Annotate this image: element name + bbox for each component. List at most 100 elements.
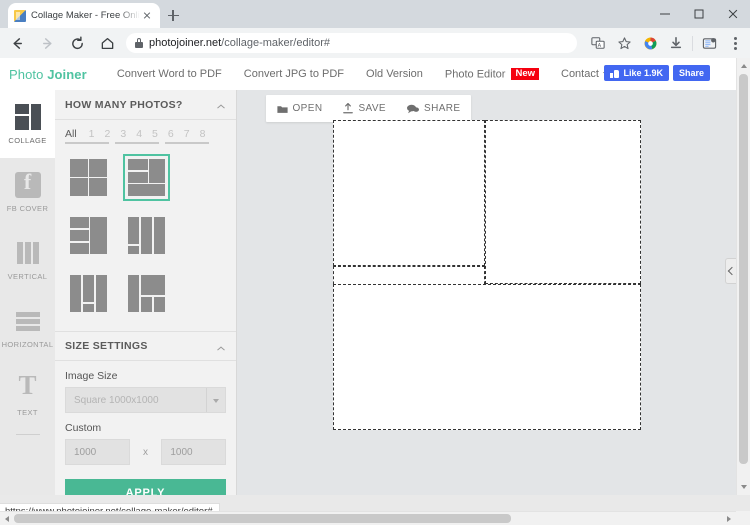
facebook-share-label: Share <box>678 68 704 78</box>
count-7[interactable]: 7 <box>184 128 190 140</box>
mode-rail: COLLAGE FB COVER VERTICAL HORIZONTAL TEX… <box>0 90 55 495</box>
collage-cell-top-left[interactable] <box>333 120 486 266</box>
layout-thumb-2x2[interactable] <box>65 154 112 201</box>
share-button[interactable]: SHARE <box>407 103 460 114</box>
count-6[interactable]: 6 <box>168 128 174 140</box>
browser-bottom-bar: https://www.photojoiner.net/collage-make… <box>0 495 750 525</box>
download-icon[interactable] <box>663 30 689 56</box>
collage-canvas[interactable] <box>333 120 641 430</box>
horizontal-bars-icon <box>15 308 41 334</box>
nav-photo-editor[interactable]: Photo Editor New <box>445 67 539 81</box>
rail-item-collage[interactable]: COLLAGE <box>0 90 55 158</box>
thumbnail-separators <box>55 142 236 150</box>
apply-button[interactable]: APPLY <box>65 479 226 495</box>
facebook-like-button[interactable]: Like 1.9K <box>604 65 669 81</box>
layout-thumb-3col-a[interactable] <box>123 212 170 259</box>
rail-item-horizontal[interactable]: HORIZONTAL <box>0 294 55 362</box>
scroll-up-arrow[interactable] <box>737 58 750 74</box>
tab-close-icon[interactable] <box>140 9 154 23</box>
chevron-up-icon[interactable] <box>218 345 225 352</box>
nav-old-version[interactable]: Old Version <box>366 68 423 80</box>
settings-panel: HOW MANY PHOTOS? All 1 2 3 4 5 6 7 8 SIZ… <box>55 90 237 495</box>
facebook-social-buttons: Like 1.9K Share <box>604 65 710 81</box>
nav-convert-jpg-to-pdf[interactable]: Convert JPG to PDF <box>244 68 344 80</box>
horizontal-scroll-thumb[interactable] <box>14 514 511 523</box>
facebook-share-button[interactable]: Share <box>672 65 710 81</box>
layout-thumb-mixed[interactable] <box>123 270 170 317</box>
rail-label-vertical: VERTICAL <box>7 271 48 281</box>
select-divider <box>206 388 207 412</box>
count-5[interactable]: 5 <box>152 128 158 140</box>
menu-kebab-icon[interactable] <box>722 30 748 56</box>
web-page: Photo Joiner Convert Word to PDF Convert… <box>0 58 736 495</box>
custom-height-input[interactable]: 1000 <box>161 439 226 465</box>
vertical-scroll-thumb[interactable] <box>739 74 748 464</box>
vertical-bars-icon <box>15 240 41 266</box>
close-window-button[interactable] <box>716 0 750 28</box>
reload-icon[interactable] <box>64 30 90 56</box>
custom-size-row: 1000 x 1000 <box>65 439 226 465</box>
rail-item-vertical[interactable]: VERTICAL <box>0 226 55 294</box>
page-horizontal-scrollbar[interactable] <box>0 511 736 525</box>
facebook-like-label: Like 1.9K <box>623 68 663 78</box>
forward-icon[interactable] <box>34 30 60 56</box>
minimize-button[interactable] <box>648 0 682 28</box>
image-size-select[interactable]: Square 1000x1000 <box>65 387 226 413</box>
translate-icon[interactable]: A <box>585 30 611 56</box>
collapse-panel-button[interactable] <box>725 258 736 284</box>
layout-thumb-left3-right1[interactable] <box>65 212 112 259</box>
toolbar-divider <box>692 35 693 51</box>
rail-item-text[interactable]: TEXT <box>0 362 55 430</box>
tab-title: Collage Maker - Free Online Ph <box>31 10 140 21</box>
collage-cell-right[interactable] <box>485 120 641 285</box>
photos-section-title: HOW MANY PHOTOS? <box>65 98 183 111</box>
photos-section-header[interactable]: HOW MANY PHOTOS? <box>55 90 236 120</box>
facebook-icon <box>14 169 41 198</box>
home-icon[interactable] <box>94 30 120 56</box>
custom-width-input[interactable]: 1000 <box>65 439 130 465</box>
count-3[interactable]: 3 <box>120 128 126 140</box>
new-tab-button[interactable] <box>160 3 186 28</box>
address-bar[interactable]: photojoiner.net/collage-maker/editor# <box>126 33 577 53</box>
rail-divider <box>15 434 40 435</box>
rail-item-fb-cover[interactable]: FB COVER <box>0 158 55 226</box>
site-navigation: Photo Joiner Convert Word to PDF Convert… <box>0 58 736 91</box>
page-vertical-scrollbar[interactable] <box>736 58 750 495</box>
brand-light: Photo <box>9 66 48 82</box>
site-logo[interactable]: Photo Joiner <box>9 67 87 82</box>
maximize-button[interactable] <box>682 0 716 28</box>
collage-cell-bottom[interactable] <box>333 284 641 430</box>
count-all[interactable]: All <box>65 128 77 140</box>
browser-tab[interactable]: Collage Maker - Free Online Ph <box>8 3 160 28</box>
image-size-label: Image Size <box>65 370 118 382</box>
scrollbar-corner <box>736 511 750 525</box>
open-button[interactable]: OPEN <box>276 103 323 114</box>
extension-icon[interactable] <box>637 30 663 56</box>
image-size-value: Square 1000x1000 <box>74 394 159 406</box>
scroll-left-arrow[interactable] <box>0 512 14 525</box>
scroll-right-arrow[interactable] <box>722 512 736 525</box>
chevron-down-icon <box>213 399 219 403</box>
chevron-up-icon[interactable] <box>218 103 225 110</box>
scroll-down-arrow[interactable] <box>737 479 750 495</box>
tab-favicon-icon <box>14 9 26 22</box>
editor-action-bar: OPEN SAVE SHARE <box>266 95 471 122</box>
layout-thumb-selected[interactable] <box>123 154 170 201</box>
count-4[interactable]: 4 <box>136 128 142 140</box>
count-1[interactable]: 1 <box>89 128 95 140</box>
speech-bubble-icon <box>407 104 420 114</box>
nav-convert-word-to-pdf[interactable]: Convert Word to PDF <box>117 68 222 80</box>
back-icon[interactable] <box>4 30 30 56</box>
profile-icon[interactable] <box>696 30 722 56</box>
multiply-symbol: x <box>143 446 148 458</box>
count-8[interactable]: 8 <box>200 128 206 140</box>
bookmark-star-icon[interactable] <box>611 30 637 56</box>
nav-contact[interactable]: Contact <box>561 68 609 80</box>
save-button[interactable]: SAVE <box>343 103 386 114</box>
layout-thumb-3col-b[interactable] <box>65 270 112 317</box>
count-2[interactable]: 2 <box>105 128 111 140</box>
vertical-scroll-track[interactable] <box>737 74 750 479</box>
open-label: OPEN <box>292 103 323 114</box>
size-section-header[interactable]: SIZE SETTINGS <box>55 331 236 361</box>
rail-label-horizontal: HORIZONTAL <box>1 339 54 349</box>
